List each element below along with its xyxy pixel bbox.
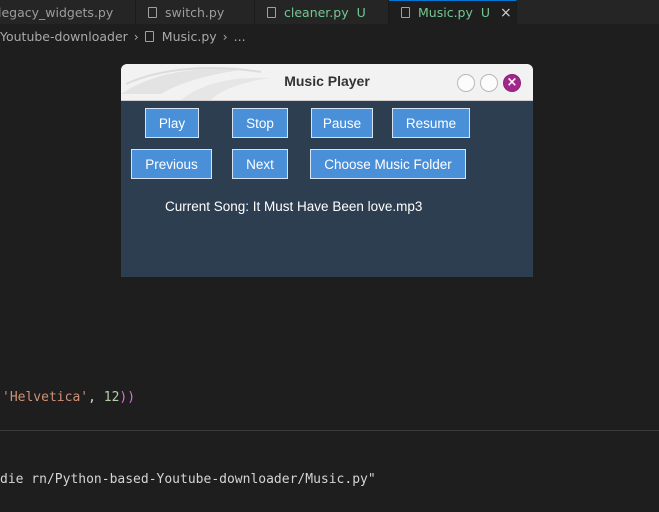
breadcrumb-folder[interactable]: Youtube-downloader	[0, 29, 128, 44]
window-titlebar[interactable]: Music Player ×	[121, 64, 533, 101]
resume-button[interactable]: Resume	[392, 108, 470, 138]
play-button[interactable]: Play	[145, 108, 199, 138]
code-comma: ,	[88, 390, 104, 405]
untracked-badge: U	[356, 4, 366, 20]
file-icon	[401, 7, 410, 18]
tab-legacy-widgets[interactable]: legacy_widgets.py	[0, 0, 136, 24]
maximize-button[interactable]	[480, 74, 498, 92]
minimize-button[interactable]	[457, 74, 475, 92]
file-icon	[148, 6, 157, 18]
code-string: 'Helvetica'	[2, 390, 89, 405]
code-number: 12	[103, 390, 120, 405]
music-player-window: Music Player × Play Stop Pause Resume Pr…	[121, 64, 533, 277]
editor-tab-bar: legacy_widgets.py switch.py cleaner.py U…	[0, 0, 659, 24]
stop-button[interactable]: Stop	[232, 108, 288, 138]
breadcrumb-more[interactable]: ...	[234, 29, 246, 44]
current-song-label: Current Song: It Must Have Been love.mp3	[165, 199, 423, 214]
tab-switch[interactable]: switch.py	[136, 0, 255, 24]
tab-music-active[interactable]: Music.py U ×	[389, 0, 517, 24]
tab-cleaner[interactable]: cleaner.py U	[255, 0, 389, 24]
tab-label: cleaner.py	[284, 4, 349, 20]
tab-label: legacy_widgets.py	[0, 4, 114, 20]
breadcrumb-file[interactable]: Music.py	[162, 29, 217, 44]
pause-button[interactable]: Pause	[311, 108, 373, 138]
panel-divider	[0, 430, 659, 431]
code-line: 'Helvetica', 12))	[2, 390, 135, 405]
terminal-text: die rn/Python-based-Youtube-downloader/M…	[0, 472, 376, 487]
untracked-badge: U	[480, 5, 491, 20]
choose-music-folder-button[interactable]: Choose Music Folder	[310, 149, 466, 179]
file-icon	[144, 30, 154, 42]
chevron-right-icon: ›	[133, 28, 139, 44]
close-button[interactable]: ×	[503, 74, 521, 92]
next-button[interactable]: Next	[232, 149, 288, 179]
tab-label: Music.py	[418, 5, 473, 20]
tab-label: switch.py	[165, 4, 225, 20]
breadcrumb: Youtube-downloader › Music.py › ...	[0, 26, 246, 46]
file-icon	[267, 6, 276, 18]
previous-button[interactable]: Previous	[131, 149, 212, 179]
close-tab-icon[interactable]: ×	[500, 5, 512, 21]
chevron-right-icon: ›	[222, 28, 228, 44]
code-parens: ))	[119, 390, 136, 405]
